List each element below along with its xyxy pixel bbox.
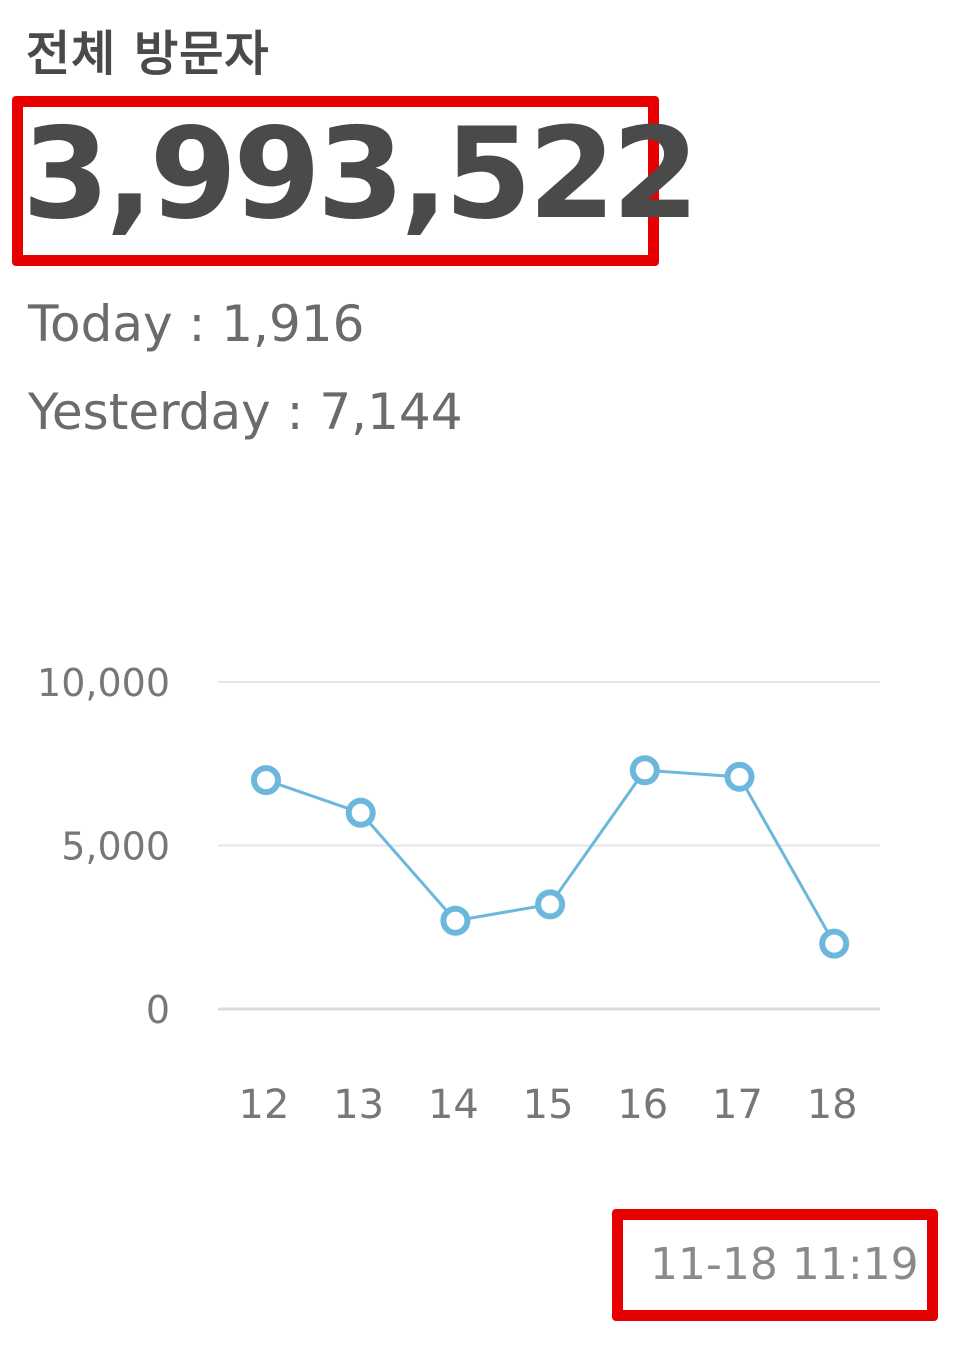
x-tick-label: 12 <box>239 1082 290 1128</box>
today-stat: Today : 1,916 <box>28 294 364 354</box>
x-tick-label: 16 <box>617 1082 668 1128</box>
x-tick-label: 14 <box>428 1082 479 1128</box>
yesterday-separator: : <box>270 383 320 441</box>
data-point <box>251 765 281 796</box>
updated-timestamp: 11-18 11:19 <box>650 1239 919 1290</box>
data-point <box>819 928 850 959</box>
y-tick-label: 5,000 <box>61 825 170 869</box>
y-tick-label: 10,000 <box>37 661 170 705</box>
yesterday-value: 7,144 <box>319 383 463 441</box>
data-point <box>629 755 660 786</box>
data-point <box>724 761 755 792</box>
today-separator: : <box>172 295 222 353</box>
today-value: 1,916 <box>221 295 365 353</box>
today-label: Today <box>28 295 173 353</box>
data-point <box>440 905 471 936</box>
y-tick-label: 0 <box>146 988 170 1032</box>
yesterday-label: Yesterday <box>28 383 271 441</box>
x-tick-label: 17 <box>712 1082 763 1128</box>
total-visitors: 3,993,522 <box>22 100 699 247</box>
x-tick-label: 18 <box>807 1082 858 1128</box>
data-point <box>345 797 376 828</box>
data-point <box>535 889 566 920</box>
x-tick-label: 13 <box>333 1082 384 1128</box>
x-tick-label: 15 <box>523 1082 574 1128</box>
visitor-line-chart: 0 5,000 10,000 12 13 14 15 16 17 18 <box>37 661 880 1128</box>
widget-title: 전체 방문자 <box>26 26 270 82</box>
yesterday-stat: Yesterday : 7,144 <box>28 382 463 442</box>
